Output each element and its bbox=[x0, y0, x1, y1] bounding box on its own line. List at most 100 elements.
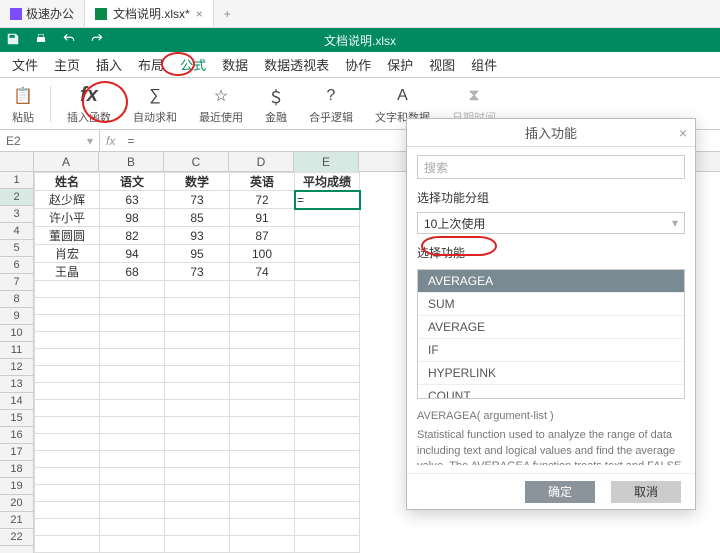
cell[interactable]: 王晶 bbox=[35, 263, 100, 281]
cell[interactable] bbox=[35, 451, 100, 468]
cell[interactable]: 73 bbox=[165, 263, 230, 281]
cell[interactable] bbox=[230, 485, 295, 502]
cell[interactable]: 许小平 bbox=[35, 209, 100, 227]
cell[interactable] bbox=[230, 298, 295, 315]
cell[interactable]: 87 bbox=[230, 227, 295, 245]
autosum-button[interactable]: ∑ 自动求和 bbox=[127, 82, 183, 125]
cell[interactable]: 73 bbox=[165, 191, 230, 209]
new-tab-button[interactable]: + bbox=[214, 7, 241, 21]
cell[interactable] bbox=[165, 298, 230, 315]
cell[interactable] bbox=[295, 281, 360, 298]
cell[interactable] bbox=[165, 349, 230, 366]
cell[interactable] bbox=[35, 536, 100, 553]
cell[interactable] bbox=[295, 468, 360, 485]
cell[interactable] bbox=[295, 349, 360, 366]
function-list[interactable]: AVERAGEASUMAVERAGEIFHYPERLINKCOUNTMAX bbox=[417, 269, 685, 399]
close-tab-icon[interactable]: × bbox=[196, 7, 203, 21]
cell[interactable] bbox=[295, 383, 360, 400]
undo-icon[interactable] bbox=[62, 32, 76, 49]
cell[interactable] bbox=[295, 227, 360, 245]
cell[interactable] bbox=[295, 485, 360, 502]
cell[interactable]: 100 bbox=[230, 245, 295, 263]
row-6[interactable]: 6 bbox=[0, 257, 33, 274]
cell[interactable] bbox=[230, 281, 295, 298]
cell[interactable] bbox=[295, 451, 360, 468]
row-14[interactable]: 14 bbox=[0, 393, 33, 410]
cell[interactable] bbox=[100, 332, 165, 349]
function-item-if[interactable]: IF bbox=[418, 339, 684, 362]
cell[interactable] bbox=[230, 502, 295, 519]
cell[interactable] bbox=[230, 366, 295, 383]
cell[interactable] bbox=[100, 281, 165, 298]
cell[interactable] bbox=[100, 468, 165, 485]
redo-icon[interactable] bbox=[90, 32, 104, 49]
row-16[interactable]: 16 bbox=[0, 427, 33, 444]
function-item-hyperlink[interactable]: HYPERLINK bbox=[418, 362, 684, 385]
cell[interactable] bbox=[100, 349, 165, 366]
cell[interactable] bbox=[100, 383, 165, 400]
cell[interactable] bbox=[35, 315, 100, 332]
cell[interactable] bbox=[230, 400, 295, 417]
header-cell[interactable]: 语文 bbox=[100, 173, 165, 191]
menu-view[interactable]: 视图 bbox=[429, 55, 455, 74]
row-4[interactable]: 4 bbox=[0, 223, 33, 240]
cell[interactable] bbox=[295, 434, 360, 451]
cell[interactable] bbox=[295, 417, 360, 434]
cancel-button[interactable]: 取消 bbox=[611, 481, 681, 503]
cell[interactable] bbox=[35, 366, 100, 383]
cell[interactable] bbox=[35, 485, 100, 502]
cell[interactable] bbox=[165, 366, 230, 383]
cell[interactable] bbox=[35, 349, 100, 366]
cell[interactable] bbox=[230, 332, 295, 349]
logical-button[interactable]: ? 合乎逻辑 bbox=[303, 82, 359, 125]
cell[interactable] bbox=[295, 209, 360, 227]
cell[interactable] bbox=[295, 519, 360, 536]
cell[interactable] bbox=[295, 332, 360, 349]
cell[interactable] bbox=[295, 536, 360, 553]
function-search-input[interactable]: 搜索 bbox=[417, 155, 685, 179]
col-A[interactable]: A bbox=[34, 152, 99, 172]
row-7[interactable]: 7 bbox=[0, 274, 33, 291]
header-cell[interactable]: 数学 bbox=[165, 173, 230, 191]
row-3[interactable]: 3 bbox=[0, 206, 33, 223]
cell[interactable] bbox=[295, 366, 360, 383]
cell[interactable] bbox=[230, 468, 295, 485]
save-icon[interactable] bbox=[6, 32, 20, 49]
app-tab[interactable]: 极速办公 bbox=[0, 0, 84, 27]
cell[interactable]: 94 bbox=[100, 245, 165, 263]
name-box[interactable]: E2 ▾ bbox=[0, 130, 100, 151]
insert-function-button[interactable]: fx 插入函数 bbox=[61, 82, 117, 125]
cell[interactable] bbox=[100, 502, 165, 519]
cell[interactable] bbox=[35, 519, 100, 536]
cell[interactable]: 98 bbox=[100, 209, 165, 227]
row-18[interactable]: 18 bbox=[0, 461, 33, 478]
row-10[interactable]: 10 bbox=[0, 325, 33, 342]
cell[interactable] bbox=[100, 417, 165, 434]
cell[interactable] bbox=[295, 245, 360, 263]
ok-button[interactable]: 确定 bbox=[525, 481, 595, 503]
cell[interactable] bbox=[165, 536, 230, 553]
menu-layout[interactable]: 布局 bbox=[138, 55, 164, 74]
function-item-averagea[interactable]: AVERAGEA bbox=[418, 270, 684, 293]
cell[interactable] bbox=[165, 332, 230, 349]
cell[interactable] bbox=[165, 451, 230, 468]
cell[interactable] bbox=[230, 536, 295, 553]
cell[interactable]: 74 bbox=[230, 263, 295, 281]
row-13[interactable]: 13 bbox=[0, 376, 33, 393]
cell[interactable] bbox=[35, 502, 100, 519]
cell[interactable]: 91 bbox=[230, 209, 295, 227]
cell[interactable] bbox=[165, 502, 230, 519]
row-17[interactable]: 17 bbox=[0, 444, 33, 461]
cell[interactable] bbox=[295, 400, 360, 417]
cell[interactable] bbox=[35, 332, 100, 349]
document-tab[interactable]: 文档说明.xlsx* × bbox=[84, 0, 214, 27]
chevron-down-icon[interactable]: ▾ bbox=[87, 134, 93, 148]
row-21[interactable]: 21 bbox=[0, 512, 33, 529]
cell[interactable] bbox=[35, 468, 100, 485]
cell[interactable]: 85 bbox=[165, 209, 230, 227]
cell[interactable]: 95 bbox=[165, 245, 230, 263]
row-22[interactable]: 22 bbox=[0, 529, 33, 546]
function-item-count[interactable]: COUNT bbox=[418, 385, 684, 399]
cell[interactable] bbox=[35, 400, 100, 417]
row-2[interactable]: 2 bbox=[0, 189, 33, 206]
